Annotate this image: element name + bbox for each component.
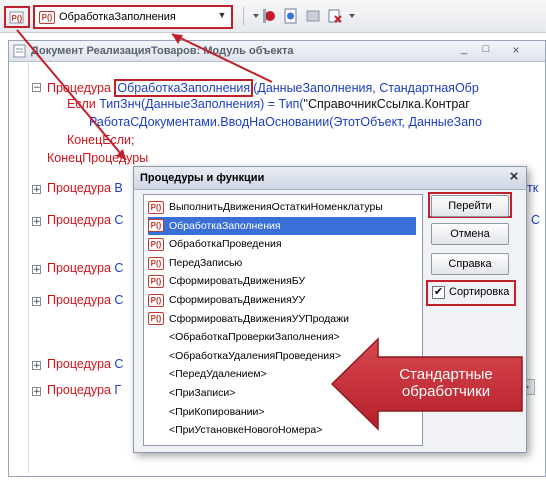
list-item-label: <ПриУстановкеНовогоНомера> — [169, 424, 323, 437]
dialog-title-bar: Процедуры и функции × — [134, 167, 526, 190]
procedure-badge-icon: P() — [148, 200, 164, 214]
list-item-label: ОбработкаЗаполнения — [169, 219, 281, 232]
list-item[interactable]: P() СформироватьДвиженияУУПродажи — [148, 310, 416, 328]
procedure-badge-icon: P() — [148, 312, 164, 326]
callout-line-2: обработчики — [401, 383, 491, 400]
list-item-label: СформироватьДвиженияБУ — [169, 275, 306, 288]
procedure-badge-icon: P() — [148, 275, 164, 289]
go-button[interactable]: Перейти — [431, 195, 509, 217]
list-item-label: <ОбработкаПроверкиЗаполнения> — [169, 331, 340, 344]
arrow-to-dialog — [16, 29, 127, 161]
procedure-badge-icon: P() — [148, 256, 164, 270]
procedure-badge-icon: P() — [148, 237, 164, 251]
dialog-close-icon[interactable]: × — [506, 169, 522, 185]
list-item-label: <ПередУдалением> — [169, 368, 267, 381]
list-item[interactable]: P() ОбработкаЗаполнения — [148, 216, 416, 235]
list-item-label: <ПриЗаписи> — [169, 387, 236, 399]
list-item-label: СформироватьДвиженияУУПродажи — [169, 312, 349, 325]
list-item[interactable]: P() СформироватьДвиженияУУ — [148, 291, 416, 309]
list-item[interactable]: P() ПередЗаписью — [148, 254, 416, 272]
callout-text: Стандартные обработчики — [384, 366, 508, 400]
help-button[interactable]: Справка — [431, 253, 509, 275]
list-item-label: СформироватьДвиженияУУ — [169, 294, 306, 306]
callout-line-1: Стандартные — [399, 366, 493, 383]
list-item-label: <ПриКопировании> — [169, 405, 265, 418]
list-item[interactable]: P() СформироватьДвиженияБУ — [148, 272, 416, 290]
sort-checkbox[interactable]: ✔ — [432, 286, 445, 299]
list-item-label: ВыполнитьДвиженияОстаткиНоменклатуры — [169, 201, 383, 213]
list-item[interactable]: P() ОбработкаПроведения — [148, 235, 416, 253]
list-item-label: ОбработкаПроведения — [169, 238, 282, 251]
list-item[interactable]: P() ВыполнитьДвиженияОстаткиНоменклатуры — [148, 198, 416, 216]
list-item-label: ПередЗаписью — [169, 256, 243, 269]
arrow-from-dropdown — [171, 33, 273, 83]
list-item-label: <ОбработкаУдаленияПроведения> — [169, 349, 341, 362]
dialog-title: Процедуры и функции — [140, 172, 265, 184]
cancel-button[interactable]: Отмена — [431, 223, 509, 245]
procedure-badge-icon: P() — [148, 293, 164, 307]
procedure-badge-icon: P() — [148, 219, 164, 233]
sort-label: Сортировка — [449, 286, 510, 298]
